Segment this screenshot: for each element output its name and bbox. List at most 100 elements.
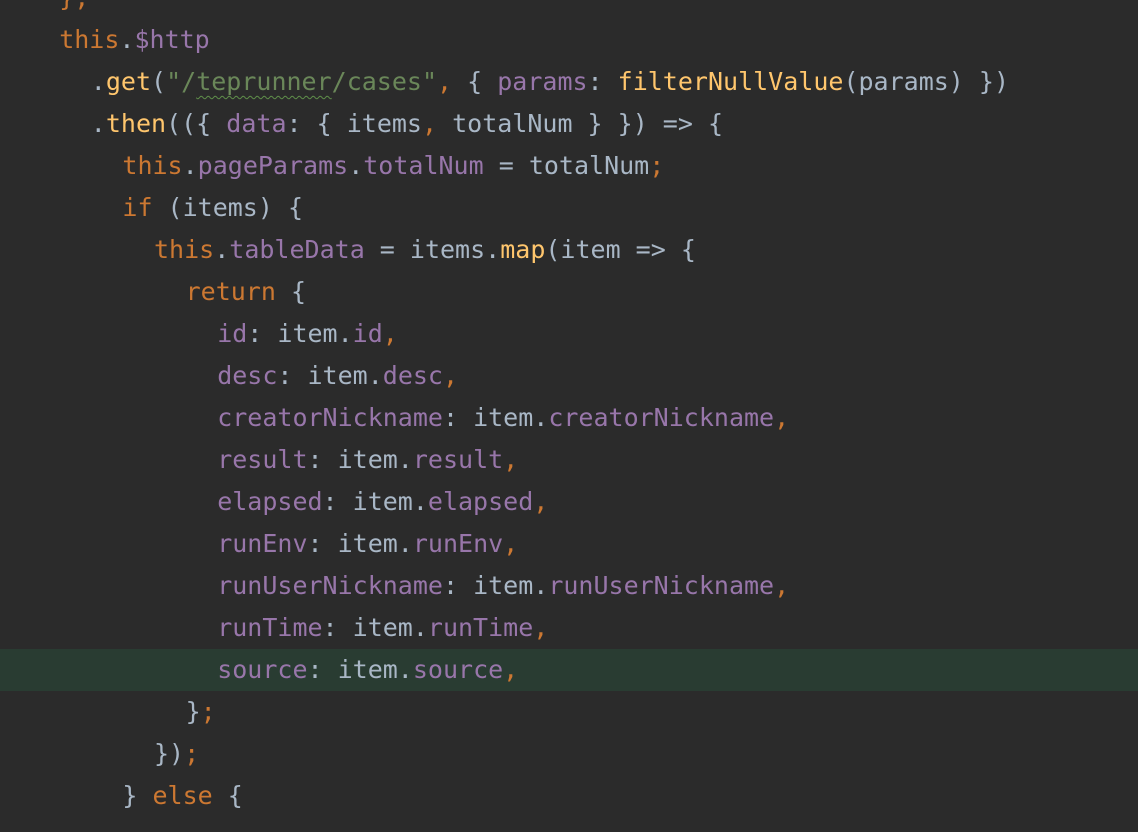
code-token: : item. [322,613,428,642]
code-token: then [105,109,167,138]
code-token: } [122,781,153,810]
code-token: "/ [166,67,197,96]
code-token: data [226,109,287,138]
code-token: (item => { [545,235,696,264]
code-token: . [348,151,364,180]
code-line[interactable]: return { [0,271,1138,313]
code-token: runUserNickname [217,571,443,600]
code-line-current[interactable]: source: item.source, [0,649,1138,691]
code-line-text: .get("/teprunner/cases", { params: filte… [91,61,1009,103]
code-token: { [467,67,498,96]
code-line-text: elapsed: item.elapsed, [217,481,548,523]
code-line[interactable]: runTime: item.runTime, [0,607,1138,649]
code-line[interactable]: } else { [0,775,1138,817]
code-token: totalNum [363,151,484,180]
code-token: = items. [364,235,501,264]
code-token: , [533,613,549,642]
code-token: = totalNum [483,151,650,180]
code-token: (items) { [167,193,304,222]
code-line-text: this.pageParams.totalNum = totalNum; [122,145,664,187]
code-token: runEnv [412,529,504,558]
code-token: /cases" [331,67,438,96]
code-token: id [352,319,383,348]
code-line-text: source: item.source, [217,649,518,691]
code-token: desc [382,361,443,390]
code-token: else [152,781,228,810]
code-line-text: this.tableData = items.map(item => { [154,229,696,271]
code-line[interactable]: elapsed: item.elapsed, [0,481,1138,523]
code-line[interactable]: this.$http [0,19,1138,61]
code-line-text: if (items) { [122,187,303,229]
code-line[interactable]: creatorNickname: item.creatorNickname, [0,397,1138,439]
code-line-text: }; [59,0,89,19]
code-token: , [421,109,453,138]
code-line-text: runEnv: item.runEnv, [217,523,518,565]
code-token: runUserNickname [548,571,775,600]
code-token: ; [200,697,216,726]
code-token: params [497,67,588,96]
code-line[interactable]: }); [0,733,1138,775]
code-line[interactable]: }; [0,691,1138,733]
code-token: this [59,25,120,54]
code-line[interactable]: this.pageParams.totalNum = totalNum; [0,145,1138,187]
code-line-text: desc: item.desc, [217,355,458,397]
code-token: }; [59,0,89,12]
code-line-text: return { [186,271,306,313]
code-token: . [90,109,106,138]
code-token: id [217,319,248,348]
code-token: : item. [307,445,413,474]
code-token: : { items [286,109,422,138]
code-line[interactable]: runEnv: item.runEnv, [0,523,1138,565]
code-token: : item. [247,319,353,348]
code-line-text: id: item.id, [217,313,398,355]
code-token: , [774,403,790,432]
code-line[interactable]: this.tableData = items.map(item => { [0,229,1138,271]
code-line-text: result: item.result, [217,439,518,481]
code-token: ; [184,739,200,768]
code-token: creatorNickname [548,403,775,432]
code-token: result [217,445,308,474]
code-token: : item. [307,655,413,684]
code-token: , [503,529,519,558]
code-line-text: creatorNickname: item.creatorNickname, [217,397,789,439]
code-token: , [442,361,459,390]
code-token: ; [649,151,665,180]
code-line-text: }; [186,691,216,733]
code-line-text: .then(({ data: { items, totalNum } }) =>… [91,103,723,145]
code-line[interactable]: .get("/teprunner/cases", { params: filte… [0,61,1138,103]
code-line[interactable]: runUserNickname: item.runUserNickname, [0,565,1138,607]
code-token: { [227,781,243,810]
code-token: . [90,67,106,96]
code-token: : item. [277,361,383,390]
code-line[interactable]: if (items) { [0,187,1138,229]
code-token: . [214,235,230,264]
code-line[interactable]: .then(({ data: { items, totalNum } }) =>… [0,103,1138,145]
code-line[interactable]: }; [0,0,1138,19]
code-token: elapsed [217,487,323,516]
code-token: source [412,655,504,684]
code-token: }) [154,739,185,768]
code-editor[interactable]: };this.$http.get("/teprunner/cases", { p… [0,0,1138,832]
code-token: filterNullValue [617,67,844,96]
spellcheck-token: teprunner [196,67,332,96]
code-token: { [290,277,307,306]
code-line-text: runUserNickname: item.runUserNickname, [217,565,789,607]
code-token: return [185,277,291,306]
code-token: , [533,487,549,516]
code-line[interactable]: result: item.result, [0,439,1138,481]
code-line[interactable]: desc: item.desc, [0,355,1138,397]
code-line-text: this.$http [59,19,210,61]
code-token: tableData [229,235,365,264]
code-token: $http [134,25,210,54]
code-token: : item. [442,571,549,600]
code-token: , [382,319,398,348]
code-token: . [119,25,135,54]
code-line[interactable]: id: item.id, [0,313,1138,355]
code-line-text: } else { [122,775,242,817]
code-token: this [122,151,183,180]
code-token: elapsed [427,487,534,516]
code-token: , [503,655,519,684]
code-token: ( [151,67,167,96]
code-token: get [105,67,152,96]
code-line-text: runTime: item.runTime, [217,607,548,649]
